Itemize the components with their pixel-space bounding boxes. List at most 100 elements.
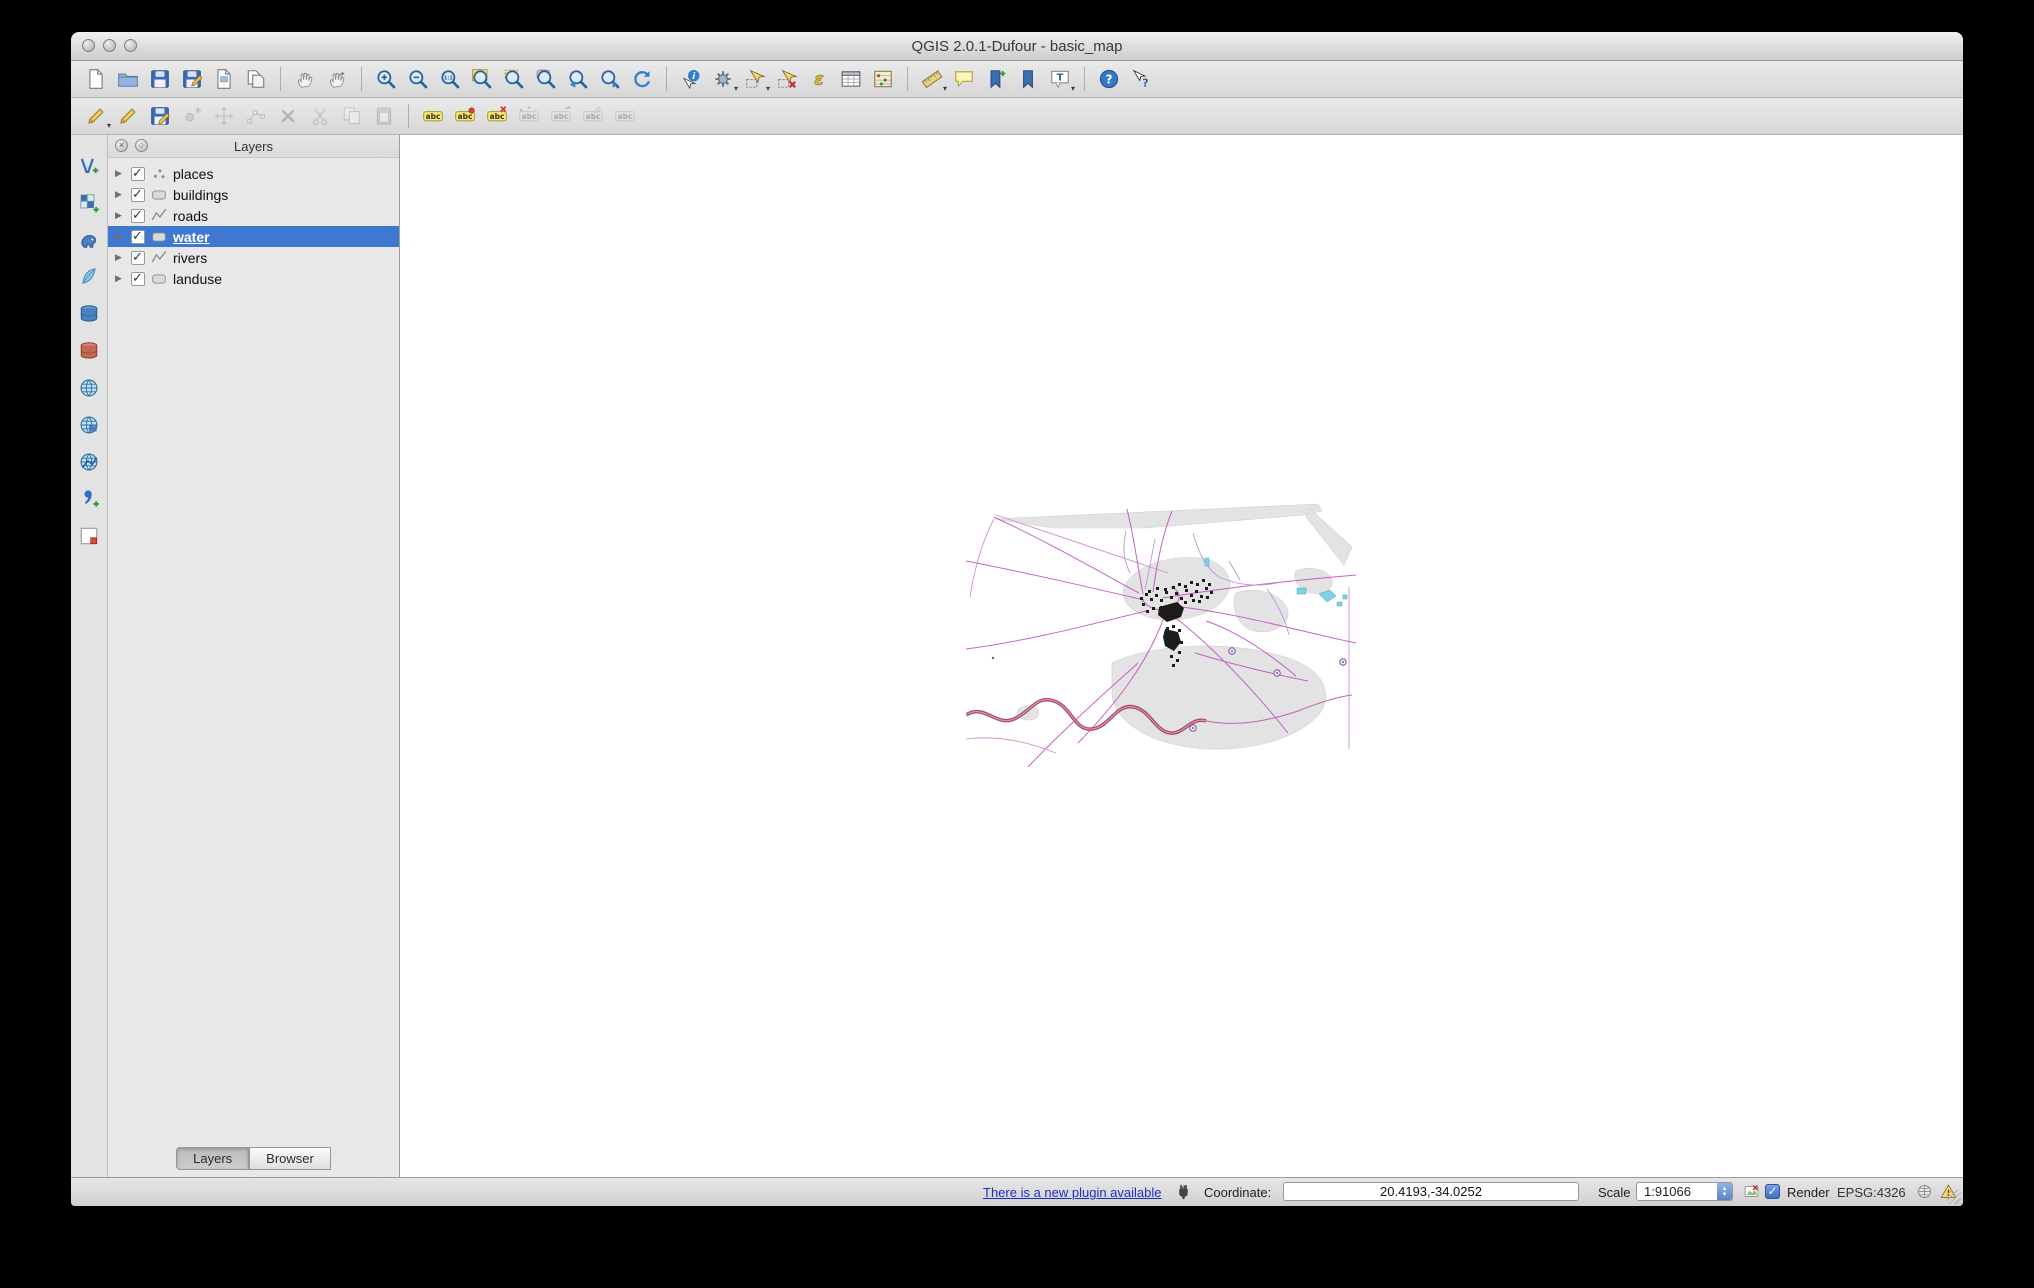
- add-vector-layer-button[interactable]: [74, 151, 104, 181]
- open-project-button[interactable]: [113, 64, 143, 94]
- scale-combobox[interactable]: 1:91066 ▲▼: [1636, 1182, 1733, 1201]
- layer-visibility-checkbox[interactable]: ✓: [131, 272, 145, 286]
- add-oracle-layer-button[interactable]: [74, 336, 104, 366]
- render-checkbox[interactable]: ✓: [1765, 1184, 1780, 1199]
- select-by-expression-button[interactable]: [804, 64, 834, 94]
- pan-to-selection-button[interactable]: [322, 64, 352, 94]
- tab-layers[interactable]: Layers: [176, 1147, 249, 1170]
- whats-this-button[interactable]: [1126, 64, 1156, 94]
- paste-features-button[interactable]: [369, 101, 399, 131]
- zoom-native-button[interactable]: [435, 64, 465, 94]
- layer-row-roads[interactable]: ▶ ✓ roads: [108, 205, 399, 226]
- move-feature-button[interactable]: [209, 101, 239, 131]
- expand-arrow-icon[interactable]: ▶: [115, 168, 126, 179]
- zoom-full-button[interactable]: [467, 64, 497, 94]
- field-calculator-button[interactable]: [868, 64, 898, 94]
- show-bookmarks-button[interactable]: [1013, 64, 1043, 94]
- combo-arrows-icon[interactable]: ▲▼: [1717, 1183, 1732, 1200]
- toolbar-separator: [666, 67, 667, 91]
- run-feature-action-button[interactable]: ▾: [708, 64, 738, 94]
- expand-arrow-icon[interactable]: ▶: [115, 210, 126, 221]
- measure-button[interactable]: ▾: [917, 64, 947, 94]
- layer-labeling-button[interactable]: [418, 101, 448, 131]
- zoom-to-selection-button[interactable]: [499, 64, 529, 94]
- zoom-out-button[interactable]: [403, 64, 433, 94]
- save-layer-edits-button[interactable]: [145, 101, 175, 131]
- zoom-in-button[interactable]: [371, 64, 401, 94]
- layer-row-rivers[interactable]: ▶ ✓ rivers: [108, 247, 399, 268]
- layer-row-water[interactable]: ▶ ✓ water: [108, 226, 399, 247]
- label-properties-button[interactable]: [610, 101, 640, 131]
- minimize-window-button[interactable]: [103, 39, 116, 52]
- add-spatialite-layer-button[interactable]: [74, 262, 104, 292]
- expand-arrow-icon[interactable]: ▶: [115, 189, 126, 200]
- layers-panel: × ○ Layers ▶ ✓ places ▶ ✓ buildings: [108, 135, 400, 1177]
- close-window-button[interactable]: [82, 39, 95, 52]
- label-highlight-button[interactable]: [482, 101, 512, 131]
- layer-visibility-checkbox[interactable]: ✓: [131, 230, 145, 244]
- zoom-to-layer-button[interactable]: [531, 64, 561, 94]
- delete-selected-button[interactable]: [273, 101, 303, 131]
- new-project-button[interactable]: [81, 64, 111, 94]
- expand-arrow-icon[interactable]: ▶: [115, 252, 126, 263]
- node-tool-button[interactable]: [241, 101, 271, 131]
- change-label-button[interactable]: [578, 101, 608, 131]
- layers-panel-header: × ○ Layers: [108, 135, 399, 158]
- panel-float-button[interactable]: ○: [135, 139, 148, 152]
- tab-browser[interactable]: Browser: [249, 1147, 331, 1170]
- help-contents-button[interactable]: [1094, 64, 1124, 94]
- resize-grip[interactable]: [1947, 1190, 1961, 1204]
- map-render: [966, 501, 1356, 767]
- add-wms-layer-button[interactable]: [74, 373, 104, 403]
- layer-tree: ▶ ✓ places ▶ ✓ buildings ▶ ✓ roads: [108, 158, 399, 1177]
- identify-features-button[interactable]: [676, 64, 706, 94]
- add-postgis-layer-button[interactable]: [74, 225, 104, 255]
- save-project-as-button[interactable]: [177, 64, 207, 94]
- new-print-composer-button[interactable]: [209, 64, 239, 94]
- add-feature-button[interactable]: [177, 101, 207, 131]
- layer-row-places[interactable]: ▶ ✓ places: [108, 163, 399, 184]
- add-wcs-layer-button[interactable]: [74, 410, 104, 440]
- layer-visibility-checkbox[interactable]: ✓: [131, 209, 145, 223]
- new-shapefile-layer-button[interactable]: [74, 521, 104, 551]
- layer-visibility-checkbox[interactable]: ✓: [131, 167, 145, 181]
- select-features-button[interactable]: ▾: [740, 64, 770, 94]
- add-raster-layer-button[interactable]: [74, 188, 104, 218]
- text-annotation-button[interactable]: ▾: [1045, 64, 1075, 94]
- expand-arrow-icon[interactable]: ▶: [115, 231, 126, 242]
- layer-visibility-checkbox[interactable]: ✓: [131, 251, 145, 265]
- coordinate-input[interactable]: [1283, 1182, 1579, 1201]
- add-delimited-text-layer-button[interactable]: [74, 484, 104, 514]
- map-tips-button[interactable]: [949, 64, 979, 94]
- layer-row-landuse[interactable]: ▶ ✓ landuse: [108, 268, 399, 289]
- deselect-features-button[interactable]: [772, 64, 802, 94]
- expand-arrow-icon[interactable]: ▶: [115, 273, 126, 284]
- new-plugin-link[interactable]: There is a new plugin available: [983, 1185, 1162, 1200]
- layer-row-buildings[interactable]: ▶ ✓ buildings: [108, 184, 399, 205]
- current-edits-button[interactable]: ▾: [81, 101, 111, 131]
- add-wfs-layer-button[interactable]: [74, 447, 104, 477]
- rotate-label-button[interactable]: [546, 101, 576, 131]
- copy-features-button[interactable]: [337, 101, 367, 131]
- cut-features-button[interactable]: [305, 101, 335, 131]
- new-bookmark-button[interactable]: [981, 64, 1011, 94]
- label-pin-button[interactable]: [450, 101, 480, 131]
- refresh-map-button[interactable]: [627, 64, 657, 94]
- move-label-button[interactable]: [514, 101, 544, 131]
- stop-render-icon[interactable]: [1743, 1183, 1760, 1200]
- map-canvas[interactable]: [400, 135, 1963, 1177]
- zoom-next-button[interactable]: [595, 64, 625, 94]
- panel-close-button[interactable]: ×: [115, 139, 128, 152]
- open-attribute-table-button[interactable]: [836, 64, 866, 94]
- toggle-editing-button[interactable]: [113, 101, 143, 131]
- zoom-last-button[interactable]: [563, 64, 593, 94]
- layer-visibility-checkbox[interactable]: ✓: [131, 188, 145, 202]
- crs-status-icon[interactable]: [1916, 1183, 1933, 1200]
- add-mssql-layer-button[interactable]: [74, 299, 104, 329]
- composer-manager-button[interactable]: [241, 64, 271, 94]
- save-project-button[interactable]: [145, 64, 175, 94]
- scale-label: Scale: [1598, 1185, 1631, 1200]
- pan-map-button[interactable]: [290, 64, 320, 94]
- zoom-window-button[interactable]: [124, 39, 137, 52]
- plugin-icon[interactable]: [1175, 1183, 1192, 1200]
